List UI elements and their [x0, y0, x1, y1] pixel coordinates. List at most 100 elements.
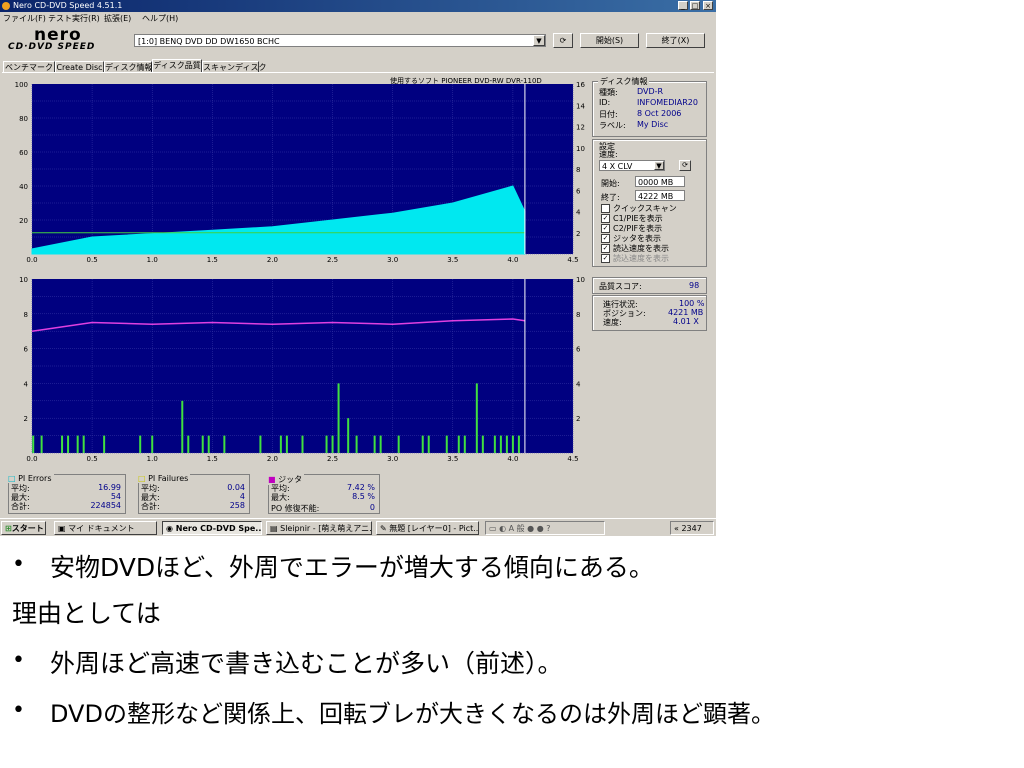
x-tick-label: 2.5 — [327, 256, 338, 264]
x-tick-label: 4.0 — [507, 455, 518, 463]
x-tick-label: 1.5 — [207, 256, 218, 264]
progress-speed-label: 速度: — [603, 318, 622, 327]
checkbox[interactable] — [601, 204, 610, 213]
pi-failure-bar — [207, 435, 210, 453]
pi-failure-bar — [82, 435, 85, 453]
chevron-down-icon[interactable]: ▼ — [533, 35, 545, 46]
y-right-tick-label: 6 — [576, 346, 581, 354]
checkbox[interactable]: ✓ — [601, 234, 610, 243]
menu-extensions[interactable]: 拡張(E) — [104, 12, 131, 25]
minimize-button[interactable]: _ — [678, 1, 688, 10]
pi-failure-bar — [445, 435, 448, 453]
menu-run-test[interactable]: テスト実行(R) — [48, 12, 100, 25]
drive-select[interactable]: [1:0] BENQ DVD DD DW1650 BCHC — [134, 34, 546, 47]
pi-errors-chart: 0.0 0.5 1.0 1.5 2.0 2.5 3.0 3.5 4.0 4.5 100 80 60 40 2… — [15, 81, 586, 264]
pi-failure-bar — [181, 400, 184, 453]
x-tick-label: 2.0 — [267, 455, 278, 463]
pi-failure-bar — [331, 435, 334, 453]
pi-failure-bar — [285, 435, 288, 453]
disc-id-value: INFOMEDIAR20 — [637, 98, 698, 107]
paint-icon: ✎ — [380, 524, 387, 533]
pi-failure-bar — [301, 435, 304, 453]
tray-icons-glyphs: ▭ ◐ A 般 ● ● ? — [489, 524, 551, 533]
jitter-max-label: 最大: — [271, 493, 290, 502]
disc-type-value: DVD-R — [637, 87, 664, 96]
refresh-speed-icon[interactable]: ⟳ — [679, 160, 691, 171]
pi-failure-bar — [67, 435, 70, 453]
bullet-icon: • — [12, 698, 25, 723]
taskbar-item-label: 無題 [レイヤー0] - Pict... — [389, 524, 479, 533]
disc-date-value: 8 Oct 2006 — [637, 109, 682, 118]
taskbar-item-pictbear[interactable]: ✎ 無題 [レイヤー0] - Pict... — [376, 521, 479, 535]
checkbox[interactable]: ✓ — [601, 254, 610, 263]
refresh-drive-button[interactable]: ⟳ — [553, 33, 573, 48]
windows-flag-icon: ⊞ — [5, 524, 12, 533]
pi-failures-legend-icon: □ — [138, 474, 146, 483]
taskbar-item-my-documents[interactable]: ▣ マイ ドキュメント — [54, 521, 157, 535]
pi-failure-bar — [32, 435, 35, 453]
pi-failure-bar — [279, 435, 282, 453]
close-button[interactable]: × — [703, 1, 713, 10]
tab-disc-quality[interactable]: ディスク品質 — [152, 59, 202, 73]
settings-group: 設定 速度: 4 X CLV ▼ ⟳ 開始: 0000 MB 終了: 4222 … — [592, 139, 707, 267]
disc-info-header: ディスク情報 — [598, 76, 650, 87]
pi-failure-bar — [151, 435, 154, 453]
end-input[interactable]: 4222 MB — [635, 190, 685, 201]
pi-errors-total-label: 合計: — [11, 502, 30, 511]
checkbox[interactable]: ✓ — [601, 244, 610, 253]
x-tick-label: 2.5 — [327, 455, 338, 463]
speed-dropdown-icon[interactable]: ▼ — [654, 161, 664, 170]
pi-errors-avg: 16.99 — [98, 483, 121, 492]
y-tick-label: 8 — [24, 311, 28, 319]
pi-failure-bar — [355, 435, 358, 453]
pi-failure-bar — [493, 435, 496, 453]
pi-failure-bar — [463, 435, 466, 453]
taskbar-item-nero[interactable]: ◉ Nero CD-DVD Spe... — [162, 521, 262, 535]
y-tick-label: 80 — [19, 115, 28, 123]
x-tick-label: 3.5 — [447, 455, 458, 463]
taskbar: ⊞スタート ▣ マイ ドキュメント ◉ Nero CD-DVD Spe... ▤… — [0, 518, 716, 536]
start-button[interactable]: 開始(S) — [580, 33, 639, 48]
y-tick-label: 2 — [24, 415, 28, 423]
pi-failure-bar — [61, 435, 64, 453]
taskbar-item-label: Sleipnir - [萌え萌えアニ... — [280, 524, 372, 533]
disc-info-group: ディスク情報 種類: DVD-R ID: INFOMEDIAR20 日付: 8 … — [592, 76, 707, 137]
jitter-max: 8.5 % — [352, 492, 375, 501]
pi-failures-jitter-chart: 0.0 0.5 1.0 1.5 2.0 2.5 3.0 3.5 4.0 4.5 10 8 6 4 2 10 8 6… — [19, 276, 585, 463]
x-tick-label: 3.5 — [447, 256, 458, 264]
pi-errors-stats: □ PI Errors 平均: 16.99 最大: 54 合計: 224854 — [8, 474, 126, 514]
menu-file[interactable]: ファイル(F) — [3, 12, 46, 25]
x-tick-label: 1.0 — [147, 256, 158, 264]
checkbox-label: 読込速度を表示 — [613, 254, 669, 263]
x-tick-label: 4.5 — [567, 256, 578, 264]
y-right-tick-label: 4 — [576, 380, 581, 388]
x-tick-label: 0.0 — [26, 455, 37, 463]
taskbar-item-sleipnir[interactable]: ▤ Sleipnir - [萌え萌えアニ... — [266, 521, 372, 535]
pi-failure-bar — [373, 435, 376, 453]
menu-help[interactable]: ヘルプ(H) — [142, 12, 178, 25]
progress-group: 進行状況: 100 % ポジション: 4221 MB 速度: 4.01 X — [592, 295, 707, 331]
po-label: PO 修復不能: — [271, 504, 320, 513]
pi-failures-stats: □ PI Failures 平均: 0.04 最大: 4 合計: 258 — [138, 474, 250, 514]
disc-type-label: 種類: — [599, 88, 618, 97]
start-input[interactable]: 0000 MB — [635, 176, 685, 187]
exit-button[interactable]: 終了(X) — [646, 33, 705, 48]
pi-errors-legend-icon: □ — [8, 474, 16, 483]
y-tick-label: 20 — [19, 217, 28, 225]
pi-failure-bar — [427, 435, 430, 453]
start-menu-button[interactable]: ⊞スタート — [1, 521, 46, 535]
pi-errors-max: 54 — [110, 492, 121, 501]
pi-failure-bar — [139, 435, 142, 453]
maximize-button[interactable]: □ — [690, 1, 700, 10]
x-tick-label: 1.5 — [207, 455, 218, 463]
pi-failure-bar — [325, 435, 328, 453]
pi-failure-bar — [421, 435, 424, 453]
tray-icons[interactable]: ▭ ◐ A 般 ● ● ? — [485, 521, 605, 535]
pi-failure-bar — [187, 435, 190, 453]
checkbox[interactable]: ✓ — [601, 224, 610, 233]
recording-software-label: 使用するソフト PIONEER DVD-RW DVR-110D — [390, 76, 542, 85]
checkbox[interactable]: ✓ — [601, 214, 610, 223]
y-right-tick-label: 8 — [576, 166, 580, 174]
quality-score-value: 98 — [689, 281, 700, 290]
x-tick-label: 1.0 — [147, 455, 158, 463]
